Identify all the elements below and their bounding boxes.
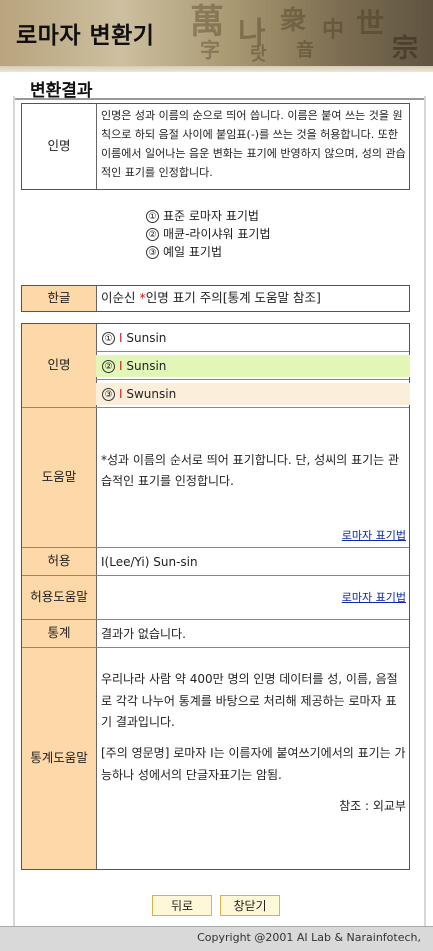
romanization-row-standard: ①I Sunsin	[96, 327, 410, 349]
method-mccune-reischauer: ② 매큔-라이샤워 표기법	[146, 225, 271, 242]
result-divider	[96, 324, 97, 869]
footer: Copyright @2001 AI Lab & Narainfotech,	[0, 926, 433, 951]
method-number: ①	[146, 210, 159, 223]
method-number: ②	[146, 228, 159, 241]
row-divider	[22, 547, 409, 548]
banner-decoration: 音	[296, 40, 314, 61]
row-divider	[22, 647, 409, 648]
method-number: ②	[102, 360, 115, 373]
banner-decoration: 字	[200, 38, 220, 62]
romanization-row-mccune: ②I Sunsin	[96, 355, 410, 377]
method-number: ③	[102, 388, 115, 401]
romanization-row-yale: ③I Swunsin	[96, 383, 410, 405]
frame-border-left	[13, 96, 15, 934]
section-divider	[15, 98, 425, 100]
stats-help-reference: 참조 : 외교부	[339, 799, 406, 813]
hangul-divider	[96, 286, 97, 311]
banner-decoration: 中	[322, 17, 345, 43]
banner-decoration: 衆	[280, 6, 307, 36]
method-label: 표준 로마자 표기법	[163, 209, 259, 223]
romanization-guide-link-wrap: 로마자 표기법	[300, 525, 406, 546]
method-yale: ③ 예일 표기법	[146, 243, 222, 260]
stats-help-warning: [주의 영문명] 로마자 I는 이름자에 붙여쓰기에서의 표기는 가능하나 성에…	[101, 746, 406, 782]
page: 萬 나 衆 中 世 宗 字 랏 音 로마자 변환기 변환결과 인명 인명은 성과…	[0, 0, 433, 951]
allow-guide-link[interactable]: 로마자 표기법	[342, 591, 406, 604]
allow-guide-link-wrap: 로마자 표기법	[300, 587, 406, 608]
hangul-note: 인명 표기 주의[통계 도움말 참조]	[145, 290, 321, 305]
allow-label: 허용	[22, 548, 96, 575]
banner-decoration: 宗	[392, 34, 419, 64]
name-label: 인명	[22, 324, 96, 407]
method-standard: ① 표준 로마자 표기법	[146, 207, 259, 224]
method-label: 예일 표기법	[163, 245, 223, 259]
row-divider	[96, 351, 409, 352]
header-divider	[0, 66, 433, 72]
row-divider	[22, 575, 409, 576]
banner-decoration: 랏	[250, 44, 267, 65]
intro-label: 인명	[22, 104, 96, 189]
stats-help-label: 통계도움말	[22, 648, 96, 869]
stats-label: 통계	[22, 620, 96, 647]
header-banner: 萬 나 衆 中 世 宗 字 랏 音 로마자 변환기	[0, 0, 433, 66]
help-label: 도움말	[22, 408, 96, 547]
row-divider	[96, 379, 409, 380]
stats-help-paragraph: 우리나라 사람 약 400만 명의 인명 데이터를 성, 이름, 음절로 각각 …	[101, 672, 398, 730]
row-divider	[22, 407, 409, 408]
help-text: *성과 이름의 순서로 띄어 표기합니다. 단, 성씨의 표기는 관습적인 표기…	[101, 453, 400, 488]
app-title: 로마자 변환기	[16, 23, 155, 49]
method-number: ③	[146, 246, 159, 259]
banner-decoration: 世	[356, 7, 385, 40]
row-divider	[22, 619, 409, 620]
romanized-rest: Sunsin	[122, 331, 167, 345]
hangul-label: 한글	[22, 286, 96, 311]
hangul-input-value: 이순신	[101, 290, 136, 305]
intro-text: 인명은 성과 이름의 순으로 띄어 씁니다. 이름은 붙여 쓰는 것을 원칙으로…	[101, 109, 406, 179]
method-label: 매큔-라이샤워 표기법	[163, 227, 271, 241]
stats-value: 결과가 없습니다.	[101, 627, 186, 641]
romanized-rest: Swunsin	[122, 387, 177, 401]
intro-divider	[96, 104, 97, 189]
method-number: ①	[102, 332, 115, 345]
romanized-rest: Sunsin	[122, 359, 167, 373]
hangul-value-line: 이순신 *인명 표기 주의[통계 도움말 참조]	[101, 287, 406, 308]
back-button[interactable]: 뒤로	[152, 895, 212, 916]
close-window-button[interactable]: 창닫기	[220, 895, 280, 916]
allow-value: I(Lee/Yi) Sun-sin	[101, 555, 198, 569]
copyright-text: Copyright @2001 AI Lab & Narainfotech,	[197, 931, 421, 944]
allow-help-label: 허용도움말	[22, 576, 96, 619]
frame-border-right	[424, 96, 426, 934]
romanization-guide-link[interactable]: 로마자 표기법	[342, 529, 406, 542]
